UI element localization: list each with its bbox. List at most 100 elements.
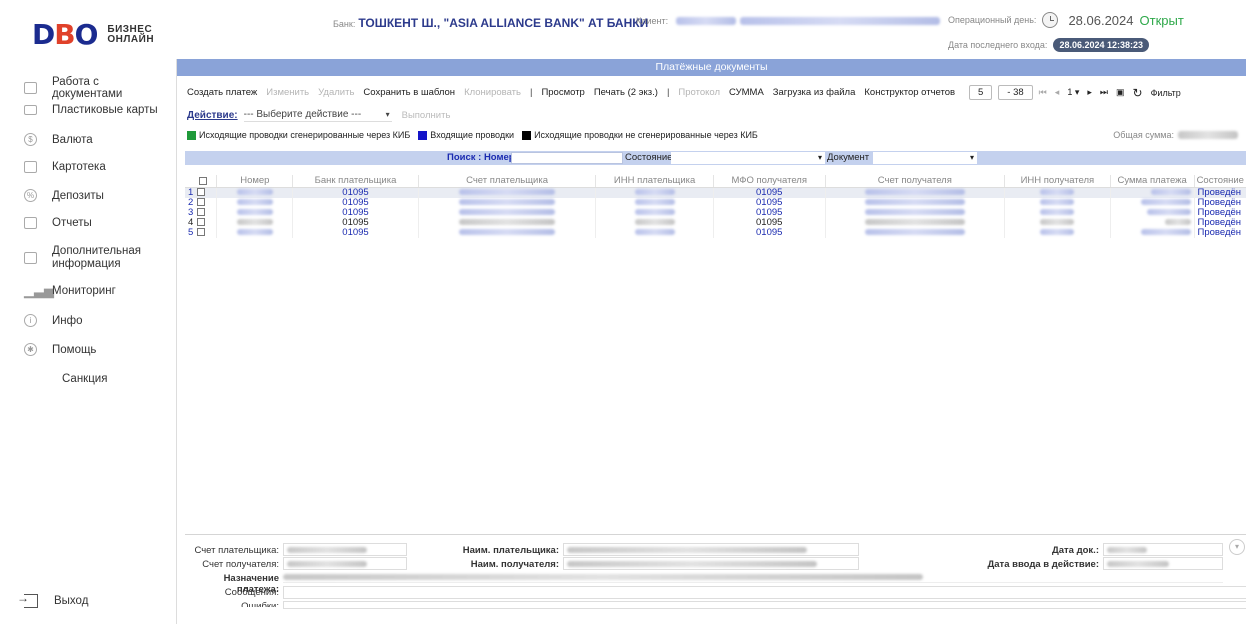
- row-checkbox[interactable]: [197, 207, 206, 216]
- first-page-icon[interactable]: ⏮: [1039, 87, 1047, 98]
- recipient-inn-cell: [1004, 187, 1111, 198]
- table-row[interactable]: 1 01095 01095 Проведён: [185, 187, 1246, 198]
- col-state[interactable]: Состояние: [1194, 175, 1246, 188]
- file-cabinet-icon: [24, 161, 37, 173]
- client-name-redacted: [740, 17, 941, 25]
- col-number[interactable]: Номер: [216, 175, 294, 188]
- table-row[interactable]: 2 01095 01095 Проведён: [185, 197, 1246, 208]
- effective-date-field: [1103, 557, 1223, 570]
- monitoring-icon: ▁▃▅: [24, 283, 54, 298]
- col-payer-account[interactable]: Счет плательщика: [418, 175, 597, 188]
- sidebar-item-documents[interactable]: Работа с документами: [24, 76, 172, 100]
- table-row[interactable]: 5 01095 01095 Проведён: [185, 227, 1246, 238]
- recipient-mfo-cell: 01095: [713, 197, 826, 208]
- delete-button[interactable]: Удалить: [318, 87, 354, 98]
- edit-button[interactable]: Изменить: [266, 87, 309, 98]
- sidebar-item-monitoring[interactable]: ▁▃▅ Мониторинг: [24, 284, 116, 298]
- report-builder-button[interactable]: Конструктор отчетов: [864, 87, 955, 98]
- toolbar-separator: |: [529, 87, 533, 98]
- upload-file-button[interactable]: Загрузка из файла: [773, 87, 856, 98]
- recipient-account-cell: [825, 207, 1006, 218]
- errors-field[interactable]: [283, 601, 1246, 609]
- sidebar: Работа с документами Пластиковые карты $…: [0, 68, 172, 624]
- table-row[interactable]: 3 01095 01095 Проведён: [185, 207, 1246, 218]
- protocol-button[interactable]: Протокол: [678, 87, 720, 98]
- table-row[interactable]: 4 01095 01095 Проведён: [185, 217, 1246, 228]
- row-checkbox[interactable]: [197, 187, 206, 196]
- recipient-inn-cell: [1004, 217, 1111, 228]
- number-cell: [216, 217, 294, 228]
- sidebar-item-plastic-cards[interactable]: Пластиковые карты: [24, 104, 158, 116]
- messages-field[interactable]: [283, 586, 1246, 599]
- action-label: Действие:: [187, 109, 238, 121]
- payer-name-field: [563, 543, 859, 556]
- view-button[interactable]: Просмотр: [541, 87, 584, 98]
- amount-cell: [1110, 197, 1195, 208]
- search-number-input[interactable]: [511, 152, 623, 164]
- state-select[interactable]: ▾: [671, 152, 825, 164]
- bank-name: ТОШКЕНТ Ш., "ASIA ALLIANCE BANK" АТ БАНК…: [358, 16, 649, 30]
- exit-button[interactable]: Выход: [17, 591, 88, 608]
- sidebar-item-currency[interactable]: $ Валюта: [24, 133, 93, 146]
- sidebar-item-additional-info[interactable]: Дополнительная информация: [24, 245, 141, 271]
- print-button[interactable]: Печать (2 экз.): [594, 87, 658, 98]
- col-payer-inn[interactable]: ИНН плательщика: [595, 175, 714, 188]
- messages-label: Сообщения:: [224, 587, 279, 598]
- total-label: Общая сумма:: [1113, 130, 1174, 140]
- document-select[interactable]: ▾: [873, 152, 977, 164]
- save-template-button[interactable]: Сохранить в шаблон: [363, 87, 455, 98]
- sidebar-item-reports[interactable]: Отчеты: [24, 217, 92, 229]
- execute-button[interactable]: Выполнить: [402, 110, 451, 121]
- app-logo[interactable]: DBO БИЗНЕС ОНЛАЙН: [32, 18, 154, 51]
- sidebar-item-file-cabinet[interactable]: Картотека: [24, 161, 106, 173]
- row-index-cell: 5: [185, 227, 218, 238]
- chevron-down-icon[interactable]: ▾: [1229, 539, 1245, 555]
- action-select[interactable]: --- Выберите действие --- ▾: [243, 108, 392, 122]
- payer-inn-cell: [595, 197, 714, 208]
- client-id-redacted: [676, 17, 737, 25]
- col-amount[interactable]: Сумма платежа: [1110, 175, 1195, 188]
- last-page-icon[interactable]: ⏭: [1100, 87, 1108, 98]
- page-select[interactable]: 1 ▾: [1067, 87, 1079, 98]
- sidebar-item-help[interactable]: ✱ Помощь: [24, 343, 96, 356]
- toolbar: Создать платеж Изменить Удалить Сохранит…: [187, 87, 964, 98]
- payer-inn-cell: [595, 207, 714, 218]
- sidebar-item-deposits[interactable]: % Депозиты: [24, 189, 104, 202]
- header-bar: DBO БИЗНЕС ОНЛАЙН Банк: ТОШКЕНТ Ш., "ASI…: [0, 0, 1246, 58]
- col-payer-bank[interactable]: Банк плательщика: [292, 175, 419, 188]
- col-recipient-mfo[interactable]: МФО получателя: [713, 175, 826, 188]
- sum-button[interactable]: СУММА: [729, 87, 764, 98]
- row-checkbox[interactable]: [197, 197, 206, 206]
- refresh-icon[interactable]: ↻: [1133, 86, 1143, 100]
- state-cell: Проведён: [1194, 207, 1246, 218]
- client-label: Клиент:: [636, 16, 669, 26]
- select-all-checkbox[interactable]: [198, 176, 207, 185]
- create-payment-button[interactable]: Создать платеж: [187, 87, 257, 98]
- payer-account-cell: [418, 197, 597, 208]
- bank-label: Банк:: [333, 19, 356, 29]
- sidebar-item-label: Дополнительная информация: [52, 245, 141, 270]
- sidebar-item-sanction[interactable]: Санкция: [62, 373, 107, 385]
- col-recipient-inn[interactable]: ИНН получателя: [1004, 175, 1111, 188]
- logo-wordmark: DBO: [32, 18, 98, 51]
- row-checkbox[interactable]: [197, 217, 206, 226]
- payer-inn-cell: [595, 187, 714, 198]
- page-size-input[interactable]: 5: [969, 85, 993, 100]
- green-swatch: [187, 130, 196, 140]
- payer-bank-cell: 01095: [292, 217, 419, 228]
- payer-bank-cell: 01095: [292, 227, 419, 238]
- recipient-inn-cell: [1004, 227, 1111, 238]
- export-excel-icon[interactable]: ▣: [1116, 87, 1125, 98]
- state-cell: Проведён: [1194, 187, 1246, 198]
- row-checkbox[interactable]: [197, 227, 206, 236]
- next-page-icon[interactable]: ▸: [1087, 87, 1092, 98]
- prev-page-icon[interactable]: ◂: [1055, 87, 1060, 98]
- sidebar-item-info[interactable]: i Инфо: [24, 314, 82, 327]
- recipient-account-label: Счет получателя:: [202, 559, 279, 570]
- col-recipient-account[interactable]: Счет получателя: [825, 175, 1006, 188]
- black-swatch: [522, 130, 532, 140]
- card-icon: [24, 105, 37, 115]
- clone-button[interactable]: Клонировать: [464, 87, 521, 98]
- search-state-label: Состояние: [625, 152, 673, 163]
- filter-button[interactable]: Фильтр: [1151, 88, 1181, 98]
